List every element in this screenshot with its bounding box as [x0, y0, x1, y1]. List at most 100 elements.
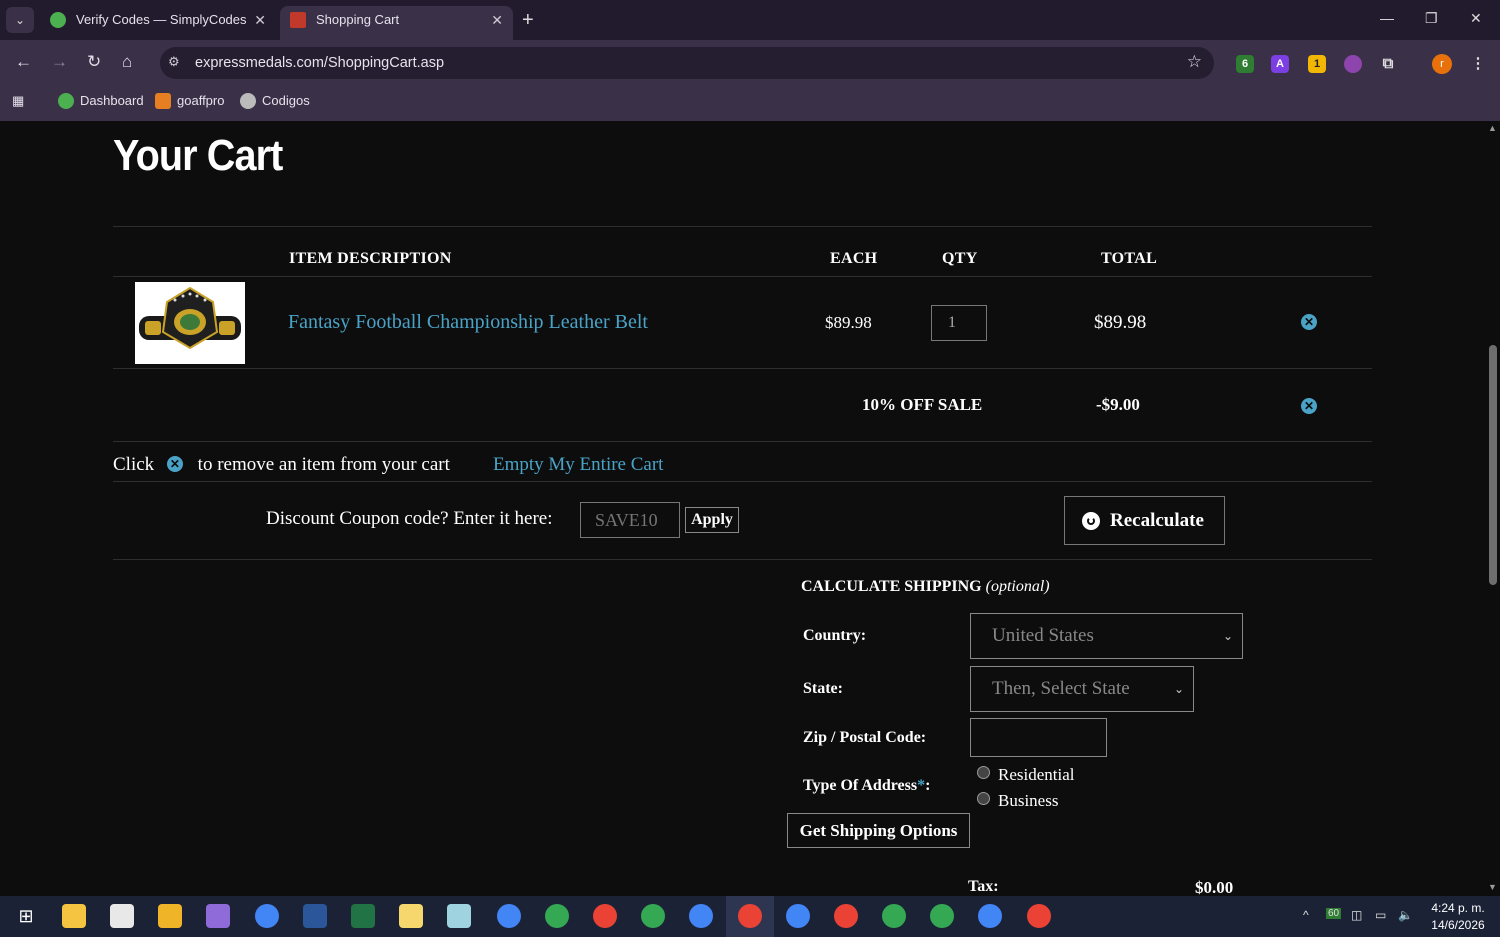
file-explorer-icon[interactable]	[62, 904, 86, 928]
goaffpro-icon	[155, 93, 171, 109]
url-text: expressmedals.com/ShoppingCart.asp	[195, 55, 445, 71]
divider	[113, 441, 1372, 442]
chrome-active-icon[interactable]	[738, 904, 762, 928]
scroll-down-icon[interactable]: ▼	[1488, 882, 1497, 892]
shipping-heading: CALCULATE SHIPPING (optional)	[801, 578, 1050, 596]
battery-indicator[interactable]: 60	[1326, 908, 1342, 919]
address-bar[interactable]: ⚙ expressmedals.com/ShoppingCart.asp ☆	[160, 47, 1214, 79]
item-each-price: $89.98	[825, 313, 872, 332]
tab-shopping-cart[interactable]: Shopping Cart ✕	[280, 6, 513, 40]
tab-verify-codes[interactable]: Verify Codes — SimplyCodes ✕	[40, 6, 276, 40]
chrome-profile-icon[interactable]	[834, 904, 858, 928]
network-icon[interactable]: ▭	[1375, 908, 1386, 922]
get-shipping-options-button[interactable]: Get Shipping Options	[787, 813, 970, 848]
chrome-profile-icon[interactable]	[786, 904, 810, 928]
excel-icon[interactable]	[351, 904, 375, 928]
site-info-icon[interactable]: ⚙	[168, 54, 180, 70]
apps-grid-icon[interactable]: ▦	[12, 93, 24, 109]
refresh-icon	[1082, 512, 1100, 530]
extensions-puzzle-icon[interactable]: ⧉	[1379, 55, 1397, 73]
chrome-profile-icon[interactable]	[545, 904, 569, 928]
tab-title: Shopping Cart	[316, 12, 400, 27]
bookmark-codigos[interactable]: Codigos	[240, 93, 310, 109]
folder-icon[interactable]	[158, 904, 182, 928]
cart-page: Your Cart ITEM DESCRIPTION EACH QTY TOTA…	[0, 121, 1486, 896]
dashboard-icon	[58, 93, 74, 109]
app-icon[interactable]	[447, 904, 471, 928]
simplycodes-favicon-icon	[50, 12, 66, 28]
microsoft-store-icon[interactable]	[110, 904, 134, 928]
business-radio[interactable]	[977, 792, 990, 805]
help-prefix: Click	[113, 454, 155, 475]
close-tab-icon[interactable]: ✕	[491, 6, 503, 34]
shipping-heading-text: CALCULATE SHIPPING	[801, 578, 982, 595]
page-scrollbar[interactable]: ▲ ▼	[1486, 121, 1500, 896]
chrome-profile-icon[interactable]	[882, 904, 906, 928]
feather-app-icon[interactable]	[206, 904, 230, 928]
recalculate-label: Recalculate	[1110, 509, 1204, 531]
restore-icon[interactable]: ❐	[1425, 10, 1438, 27]
scroll-up-icon[interactable]: ▲	[1488, 123, 1497, 133]
forward-icon[interactable]: →	[51, 52, 68, 72]
apply-coupon-button[interactable]: Apply	[685, 507, 739, 533]
menu-kebab-icon[interactable]: ⋮	[1469, 55, 1487, 73]
extension-simplycodes-icon[interactable]: 6	[1236, 55, 1254, 73]
tab-search-button[interactable]: ⌄	[6, 7, 34, 33]
chrome-profile-icon[interactable]	[497, 904, 521, 928]
quantity-input[interactable]	[931, 305, 987, 341]
page-title: Your Cart	[113, 131, 283, 180]
reload-icon[interactable]: ↻	[87, 52, 101, 72]
volume-icon[interactable]: 🔈	[1398, 908, 1413, 922]
residential-radio[interactable]	[977, 766, 990, 779]
tax-label: Tax:	[968, 878, 999, 895]
minimize-icon[interactable]: —	[1380, 10, 1394, 26]
state-value: Then, Select State	[992, 678, 1130, 699]
chrome-profile-icon[interactable]	[1027, 904, 1051, 928]
item-total-price: $89.98	[1094, 312, 1147, 333]
extension-badge-icon[interactable]: 1	[1308, 55, 1326, 73]
new-tab-button[interactable]: +	[522, 8, 534, 32]
zip-input[interactable]	[970, 718, 1107, 757]
browser-toolbar: ← → ↻ ⌂ ⚙ expressmedals.com/ShoppingCart…	[0, 40, 1500, 86]
discount-amount: -$9.00	[1096, 395, 1140, 414]
profile-avatar[interactable]: r	[1432, 54, 1452, 74]
chrome-profile-icon[interactable]	[593, 904, 617, 928]
coupon-input[interactable]	[580, 502, 680, 538]
product-image[interactable]	[135, 282, 245, 364]
residential-label: Residential	[998, 765, 1075, 784]
windows-start-icon[interactable]: ⊞	[14, 904, 38, 928]
scrollbar-thumb[interactable]	[1489, 345, 1497, 585]
notes-icon[interactable]	[399, 904, 423, 928]
divider	[113, 226, 1372, 227]
country-select[interactable]: United States ⌄	[970, 613, 1243, 659]
empty-cart-link[interactable]: Empty My Entire Cart	[493, 454, 663, 476]
close-tab-icon[interactable]: ✕	[254, 6, 266, 34]
product-name-link[interactable]: Fantasy Football Championship Leather Be…	[288, 311, 648, 334]
meet-icon[interactable]: ◫	[1351, 908, 1362, 922]
country-label: Country:	[803, 627, 867, 644]
zip-label: Zip / Postal Code:	[803, 729, 927, 746]
chrome-profile-icon[interactable]	[641, 904, 665, 928]
header-qty: QTY	[942, 250, 978, 267]
recalculate-button[interactable]: Recalculate	[1064, 496, 1225, 545]
chrome-profile-icon[interactable]	[689, 904, 713, 928]
extension-purple-icon[interactable]	[1344, 55, 1362, 73]
state-select[interactable]: Then, Select State ⌄	[970, 666, 1194, 712]
tray-overflow-icon[interactable]: ^	[1303, 908, 1309, 922]
bookmark-goaffpro[interactable]: goaffpro	[155, 93, 224, 109]
remove-item-icon[interactable]: ✕	[1301, 314, 1317, 330]
system-clock[interactable]: 4:24 p. m. 14/6/2026	[1420, 900, 1496, 934]
word-icon[interactable]	[303, 904, 327, 928]
extension-a-icon[interactable]: A	[1271, 55, 1289, 73]
chrome-icon[interactable]	[255, 904, 279, 928]
home-icon[interactable]: ⌂	[122, 52, 132, 72]
header-total: TOTAL	[1101, 250, 1158, 267]
remove-discount-icon[interactable]: ✕	[1301, 398, 1317, 414]
close-window-icon[interactable]: ✕	[1470, 10, 1482, 27]
chrome-profile-icon[interactable]	[930, 904, 954, 928]
back-icon[interactable]: ←	[15, 52, 32, 72]
clock-time: 4:24 p. m.	[1431, 901, 1485, 915]
chrome-profile-icon[interactable]	[978, 904, 1002, 928]
bookmark-star-icon[interactable]: ☆	[1187, 52, 1202, 72]
bookmark-dashboard[interactable]: Dashboard	[58, 93, 144, 109]
